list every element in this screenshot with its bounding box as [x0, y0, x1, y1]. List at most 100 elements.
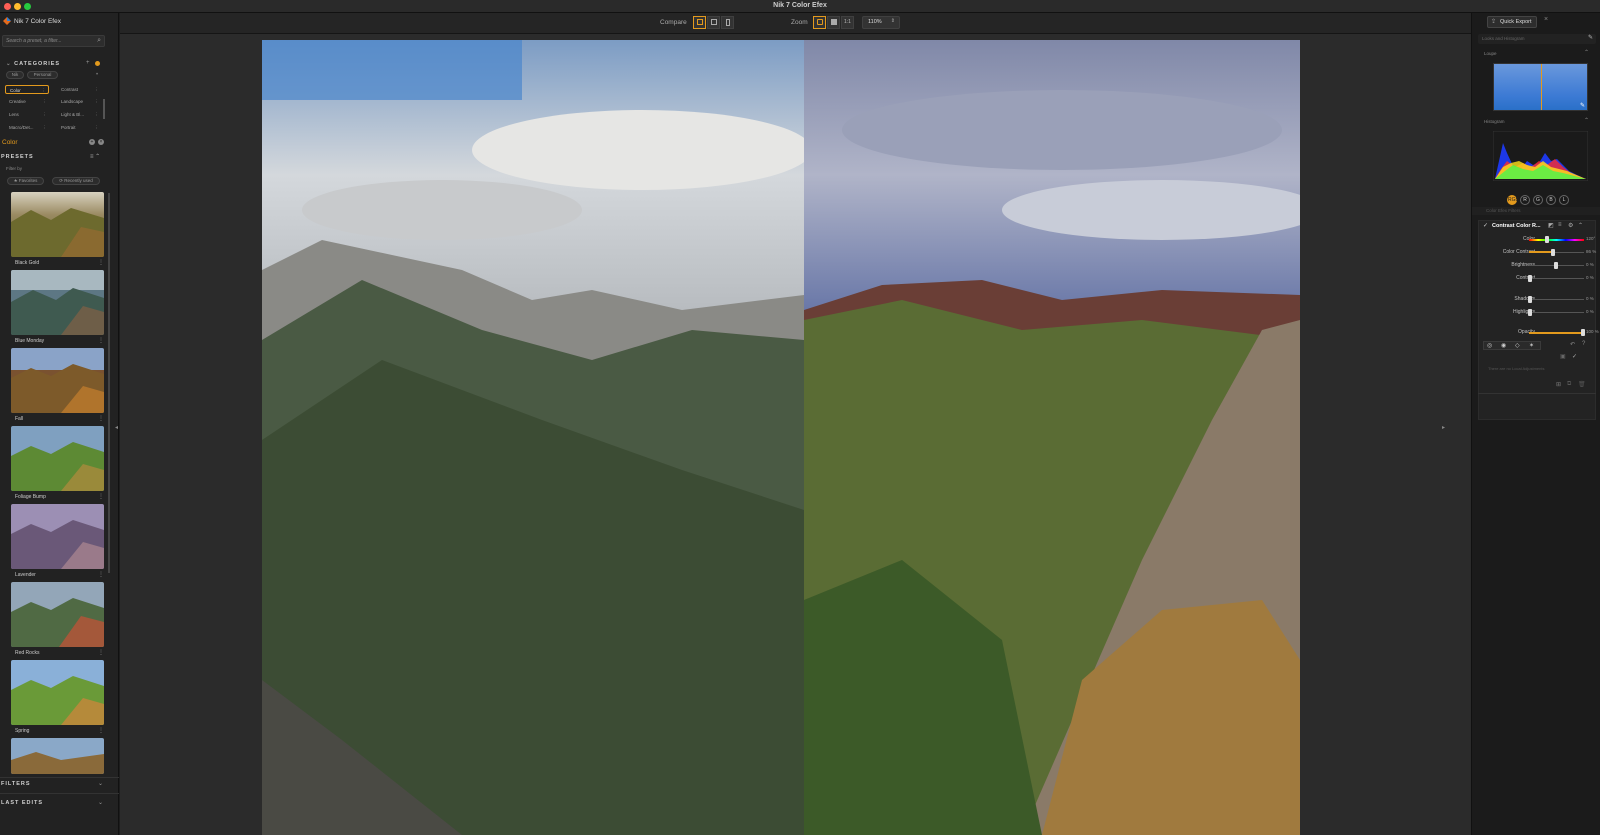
tab-nik[interactable]: Nik [6, 71, 24, 79]
chevron-updown-icon: ⇕ [890, 18, 895, 24]
preset-options-icon[interactable]: ⋮ [98, 337, 104, 344]
zoom-label: Zoom [791, 19, 808, 26]
chevron-up-icon[interactable]: ⌃ [1578, 222, 1583, 229]
preset-options-icon[interactable]: ⋮ [98, 727, 104, 734]
preset-options-icon[interactable]: ⋮ [98, 649, 104, 656]
category-light[interactable]: Light & Bl... ⋮ [57, 110, 101, 119]
undo-icon[interactable]: ↶ [1570, 341, 1575, 348]
category-portrait[interactable]: Portrait ⋮ [57, 123, 101, 132]
close-category-icon[interactable]: × [98, 139, 104, 145]
preset-options-icon[interactable]: ⋮ [98, 493, 104, 500]
quick-export-button[interactable]: ⇪ Quick Export [1487, 16, 1537, 28]
mask-view-icon[interactable]: ▣ [1560, 353, 1566, 360]
category-creative[interactable]: Creative ⋮ [5, 97, 49, 106]
looks-header: Looks and Histogram ✎ [1478, 34, 1596, 44]
preset-thumb-blue-monday[interactable] [11, 270, 104, 335]
no-local-adjustments: There are no Local Adjustments [1488, 366, 1545, 371]
preset-thumb-fall[interactable] [11, 348, 104, 413]
filter-menu-icon[interactable]: ≡ [1558, 222, 1562, 228]
histogram-r-button[interactable]: R [1520, 195, 1530, 205]
brush-icon[interactable]: ◉ [1501, 342, 1506, 349]
preset-thumb-spring[interactable] [11, 660, 104, 725]
check-icon[interactable]: ✓ [1572, 353, 1577, 360]
category-color-icon[interactable] [95, 61, 100, 66]
categories-scrollbar[interactable] [103, 99, 105, 119]
favorites-filter[interactable]: ★ Favorites [7, 177, 44, 185]
active-category-label: Color [2, 139, 18, 146]
presets-menu-icon[interactable]: ≡ ⌃ [90, 153, 100, 160]
ai-mask-icon[interactable]: ✶ [1529, 342, 1534, 349]
category-landscape[interactable]: Landscape ⋮ [57, 97, 101, 106]
histogram-g-button[interactable]: G [1533, 195, 1543, 205]
categories-title[interactable]: ⌄ CATEGORIES [6, 61, 60, 67]
divider [0, 793, 119, 794]
histogram-chart [1493, 131, 1588, 181]
preset-options-icon[interactable]: ⋮ [98, 571, 104, 578]
preset-label: Spring [15, 728, 30, 734]
toolbar: Compare Zoom 1:1 110% ⇕ [120, 13, 1471, 34]
chevron-down-icon[interactable]: ⌄ [98, 780, 103, 787]
add-preset-icon[interactable]: + [89, 139, 95, 145]
category-macro[interactable]: Macro/Det... ⋮ [5, 123, 49, 132]
add-category-icon[interactable]: + [86, 60, 90, 66]
category-color[interactable]: Color ⋮ [5, 85, 49, 94]
loupe-split-line [1541, 64, 1542, 110]
left-panel: Nik 7 Color Efex Search a preset, a filt… [0, 13, 119, 835]
compare-stack-button[interactable] [721, 16, 734, 29]
zoom-value: 110% [868, 19, 882, 25]
search-icon: ⌕ [97, 37, 101, 44]
compare-split-button[interactable] [693, 16, 706, 29]
recently-used-filter[interactable]: ⟳ Recently used [52, 177, 100, 185]
filters-title[interactable]: FILTERS [1, 781, 31, 787]
duplicate-filter-icon[interactable]: ⧉ [1567, 381, 1571, 388]
title-bar: Nik 7 Color Efex [0, 0, 1600, 13]
compare-side-button[interactable] [707, 16, 720, 29]
split-view-icon [697, 19, 703, 25]
tab-options-icon[interactable]: • [96, 72, 98, 78]
quick-export-label: Quick Export [1500, 19, 1532, 25]
zoom-fill-button[interactable] [827, 16, 840, 29]
image-canvas[interactable]: ▸ [120, 34, 1471, 835]
delete-filter-icon[interactable]: 🗑 [1578, 381, 1586, 388]
lasso-icon[interactable]: ◇ [1515, 342, 1520, 349]
help-icon[interactable]: ? [1582, 341, 1585, 347]
histogram-rgb-button[interactable]: RGB [1507, 195, 1519, 205]
left-panel-toggle-icon[interactable]: ◂ [115, 424, 118, 431]
filter-enabled-checkbox[interactable]: ✓ [1483, 222, 1488, 229]
loupe-pin-icon[interactable]: ✎ [1580, 102, 1585, 109]
chevron-down-icon[interactable]: ⌄ [98, 799, 103, 806]
preset-thumb-red-rocks[interactable] [11, 582, 104, 647]
preset-thumb-lavender[interactable] [11, 504, 104, 569]
looks-title: Looks and Histogram [1482, 36, 1525, 41]
add-filter-icon[interactable]: ⊞ [1556, 381, 1561, 388]
pin-icon[interactable]: ✎ [1588, 34, 1593, 41]
right-panel-toggle-icon[interactable]: ▸ [1442, 424, 1445, 431]
chevron-up-icon[interactable]: ⌃ [1584, 49, 1589, 56]
chevron-up-icon[interactable]: ⌃ [1584, 117, 1589, 124]
close-icon[interactable]: × [1544, 16, 1548, 23]
zoom-select[interactable]: 110% ⇕ [862, 16, 900, 29]
histogram-b-button[interactable]: B [1546, 195, 1556, 205]
presets-scrollbar[interactable] [108, 193, 110, 573]
search-input[interactable]: Search a preset, a filter... ⌕ [2, 35, 105, 47]
filter-settings-icon[interactable]: ⚙ [1568, 222, 1573, 229]
filters-header: Color Efex Filters [1472, 207, 1600, 215]
tab-personal[interactable]: Personal [27, 71, 58, 79]
zoom-100-button[interactable]: 1:1 [841, 16, 854, 29]
histogram-l-button[interactable]: L [1559, 195, 1569, 205]
photo-preview[interactable] [262, 40, 1300, 835]
category-contrast[interactable]: Contrast ⋮ [57, 85, 101, 94]
zoom-fit-button[interactable] [813, 16, 826, 29]
last-edits-title[interactable]: LAST EDITS [1, 800, 43, 806]
control-point-icon[interactable]: ◎ [1487, 342, 1492, 349]
presets-title: PRESETS [1, 154, 34, 160]
preset-options-icon[interactable]: ⋮ [98, 415, 104, 422]
preset-thumb-partial[interactable] [11, 738, 104, 774]
filter-mask-icon[interactable]: ◩ [1548, 222, 1554, 229]
preset-options-icon[interactable]: ⋮ [98, 259, 104, 266]
loupe-preview[interactable]: ✎ [1493, 63, 1588, 111]
preset-thumb-foliage-bump[interactable] [11, 426, 104, 491]
divider [1478, 393, 1596, 394]
preset-thumb-black-gold[interactable] [11, 192, 104, 257]
category-lens[interactable]: Lens ⋮ [5, 110, 49, 119]
